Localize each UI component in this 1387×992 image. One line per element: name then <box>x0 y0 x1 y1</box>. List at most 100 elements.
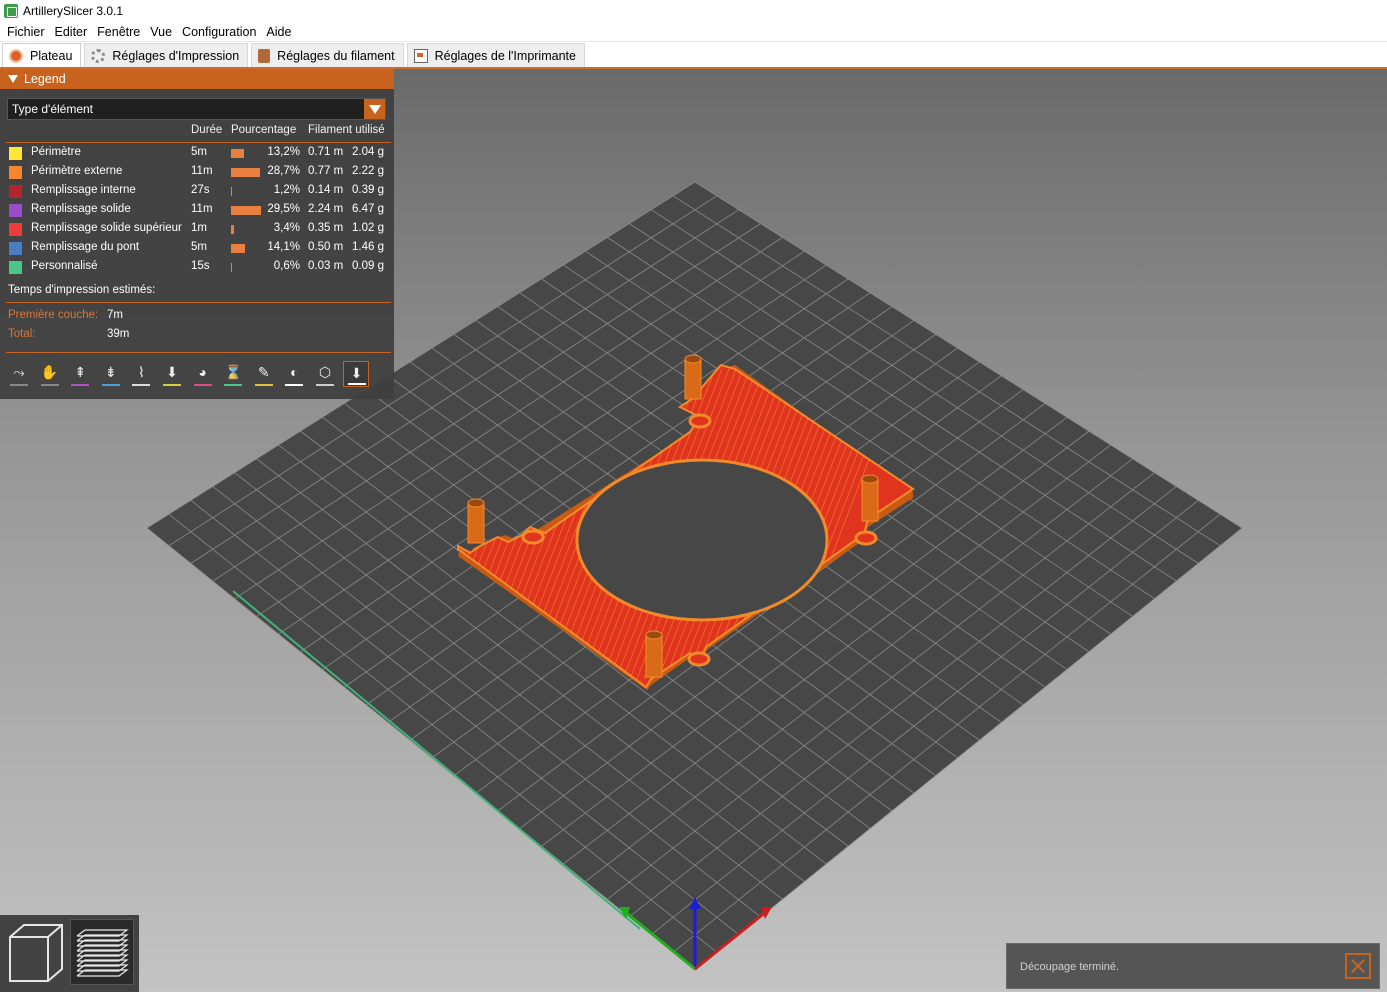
tab-label: Réglages d'Impression <box>112 48 240 63</box>
tab-printer-settings[interactable]: Réglages de l'Imprimante <box>406 43 585 67</box>
color-swatch <box>9 185 22 198</box>
plate-icon <box>9 48 23 63</box>
menu-fichier[interactable]: Fichier <box>2 25 50 39</box>
feature-label: Remplissage solide <box>31 203 131 215</box>
gear-icon <box>91 48 106 63</box>
feature-label: Remplissage solide supérieur <box>31 222 182 234</box>
divider <box>6 352 391 353</box>
tab-label: Plateau <box>30 48 73 63</box>
app-logo-icon <box>4 4 18 18</box>
tab-print-settings[interactable]: Réglages d'Impression <box>84 43 249 67</box>
feature-label: Périmètre externe <box>31 165 123 177</box>
color-swatch <box>9 204 22 217</box>
feature-label: Périmètre <box>31 146 81 158</box>
tab-filament-settings[interactable]: Réglages du filament <box>251 43 404 67</box>
first-layer-label: Première couche: <box>8 309 99 321</box>
menu-configuration[interactable]: Configuration <box>177 25 261 39</box>
toolbar-underline <box>347 383 366 385</box>
legend-header[interactable]: Legend <box>0 69 394 89</box>
color-changes-icon[interactable]: ◕ <box>190 361 216 387</box>
retractions-icon[interactable]: ⇞ <box>67 361 93 387</box>
view-type-value: Type d'élément <box>12 102 94 116</box>
tool-marker-icon[interactable]: ⬇ <box>342 361 369 387</box>
title-bar: ArtillerySlicer 3.0.1 <box>0 0 1387 22</box>
toolbar-underline <box>132 384 151 386</box>
filament-length: 2.24 m <box>308 203 344 215</box>
view-switcher <box>0 915 139 992</box>
total-label: Total: <box>8 328 36 340</box>
color-swatch <box>9 147 22 160</box>
tab-plateau[interactable]: Plateau <box>2 43 82 67</box>
menu-fenetre[interactable]: Fenêtre <box>92 25 145 39</box>
color-swatch <box>9 261 22 274</box>
preview-layers-icon[interactable] <box>70 919 134 985</box>
feature-percentage: 3,4% <box>273 222 300 234</box>
col-percentage: Pourcentage <box>231 124 297 136</box>
filament-weight: 1.02 g <box>352 222 384 234</box>
filament-length: 0.35 m <box>308 222 344 234</box>
divider <box>6 302 391 303</box>
spool-icon <box>258 48 271 63</box>
tool-changes-icon[interactable]: ⬇ <box>159 361 185 387</box>
view-type-select[interactable]: Type d'élément <box>7 98 386 120</box>
center-of-gravity-icon[interactable]: ◐ <box>281 361 307 387</box>
chevron-down-icon[interactable] <box>364 99 385 119</box>
divider <box>6 142 391 143</box>
legend-row: Personnalisé 15s 0,6% 0.03 m 0.09 g <box>0 258 394 277</box>
feature-percentage: 29,5% <box>267 203 300 215</box>
deretractions-icon[interactable]: ⇟ <box>98 361 124 387</box>
legend-row: Remplissage interne 27s 1,2% 0.14 m 0.39 g <box>0 182 394 201</box>
feature-percentage: 13,2% <box>267 146 300 158</box>
tab-bar: Plateau Réglages d'Impression Réglages d… <box>0 42 1387 69</box>
feature-percentage: 14,1% <box>267 241 300 253</box>
tab-label: Réglages de l'Imprimante <box>434 48 576 63</box>
percentage-bar <box>231 168 260 177</box>
color-swatch <box>9 223 22 236</box>
toolbar-glyph: ⤳ <box>13 364 25 380</box>
legend-row: Remplissage du pont 5m 14,1% 0.50 m 1.46 g <box>0 239 394 258</box>
toolbar-underline <box>162 384 181 386</box>
legend-row: Périmètre externe 11m 28,7% 0.77 m 2.22 g <box>0 163 394 182</box>
color-swatch <box>9 242 22 255</box>
filament-weight: 0.39 g <box>352 184 384 196</box>
feature-duration: 5m <box>191 241 207 253</box>
wipe-icon[interactable]: ✋ <box>37 361 63 387</box>
pause-prints-icon[interactable]: ⌛ <box>220 361 246 387</box>
legend-row: Remplissage solide 11m 29,5% 2.24 m 6.47 g <box>0 201 394 220</box>
toolbar-underline <box>285 384 304 386</box>
toolbar-glyph: ◐ <box>290 364 299 380</box>
toolbar-glyph: ⌛ <box>224 364 242 380</box>
toolbar-glyph: ⬡ <box>318 364 332 380</box>
menu-editer[interactable]: Editer <box>50 25 93 39</box>
menu-bar: Fichier Editer Fenêtre Vue Configuration… <box>0 22 1387 42</box>
toolbar-underline <box>101 384 120 386</box>
percentage-bar <box>231 244 245 253</box>
toolbar-glyph: ⇟ <box>104 364 117 380</box>
filament-weight: 2.22 g <box>352 165 384 177</box>
filament-length: 0.14 m <box>308 184 344 196</box>
travel-icon[interactable]: ⤳ <box>6 361 32 387</box>
toolbar-underline <box>224 384 243 386</box>
shells-icon[interactable]: ⬡ <box>312 361 338 387</box>
total-value: 39m <box>107 328 130 340</box>
custom-gcodes-icon[interactable]: ✎ <box>251 361 277 387</box>
feature-percentage: 0,6% <box>273 260 300 272</box>
3d-view-icon[interactable] <box>4 919 68 985</box>
toolbar-glyph: ⇞ <box>74 364 87 380</box>
color-swatch <box>9 166 22 179</box>
close-icon[interactable] <box>1345 953 1371 979</box>
toolbar-glyph: ✋ <box>40 364 59 380</box>
filament-weight: 6.47 g <box>352 203 384 215</box>
seams-icon[interactable]: ⌇ <box>128 361 154 387</box>
filament-length: 0.03 m <box>308 260 344 272</box>
toolbar-glyph: ✎ <box>257 364 270 380</box>
menu-vue[interactable]: Vue <box>145 25 177 39</box>
feature-duration: 15s <box>191 260 210 272</box>
toolbar-underline <box>254 384 273 386</box>
feature-label: Personnalisé <box>31 260 98 272</box>
legend-table-header: Durée Pourcentage Filament utilisé <box>0 124 394 140</box>
window-title: ArtillerySlicer 3.0.1 <box>23 4 124 18</box>
menu-aide[interactable]: Aide <box>261 25 296 39</box>
toolbar-glyph: ◕ <box>198 364 207 380</box>
notification: Découpage terminé. <box>1006 943 1380 989</box>
